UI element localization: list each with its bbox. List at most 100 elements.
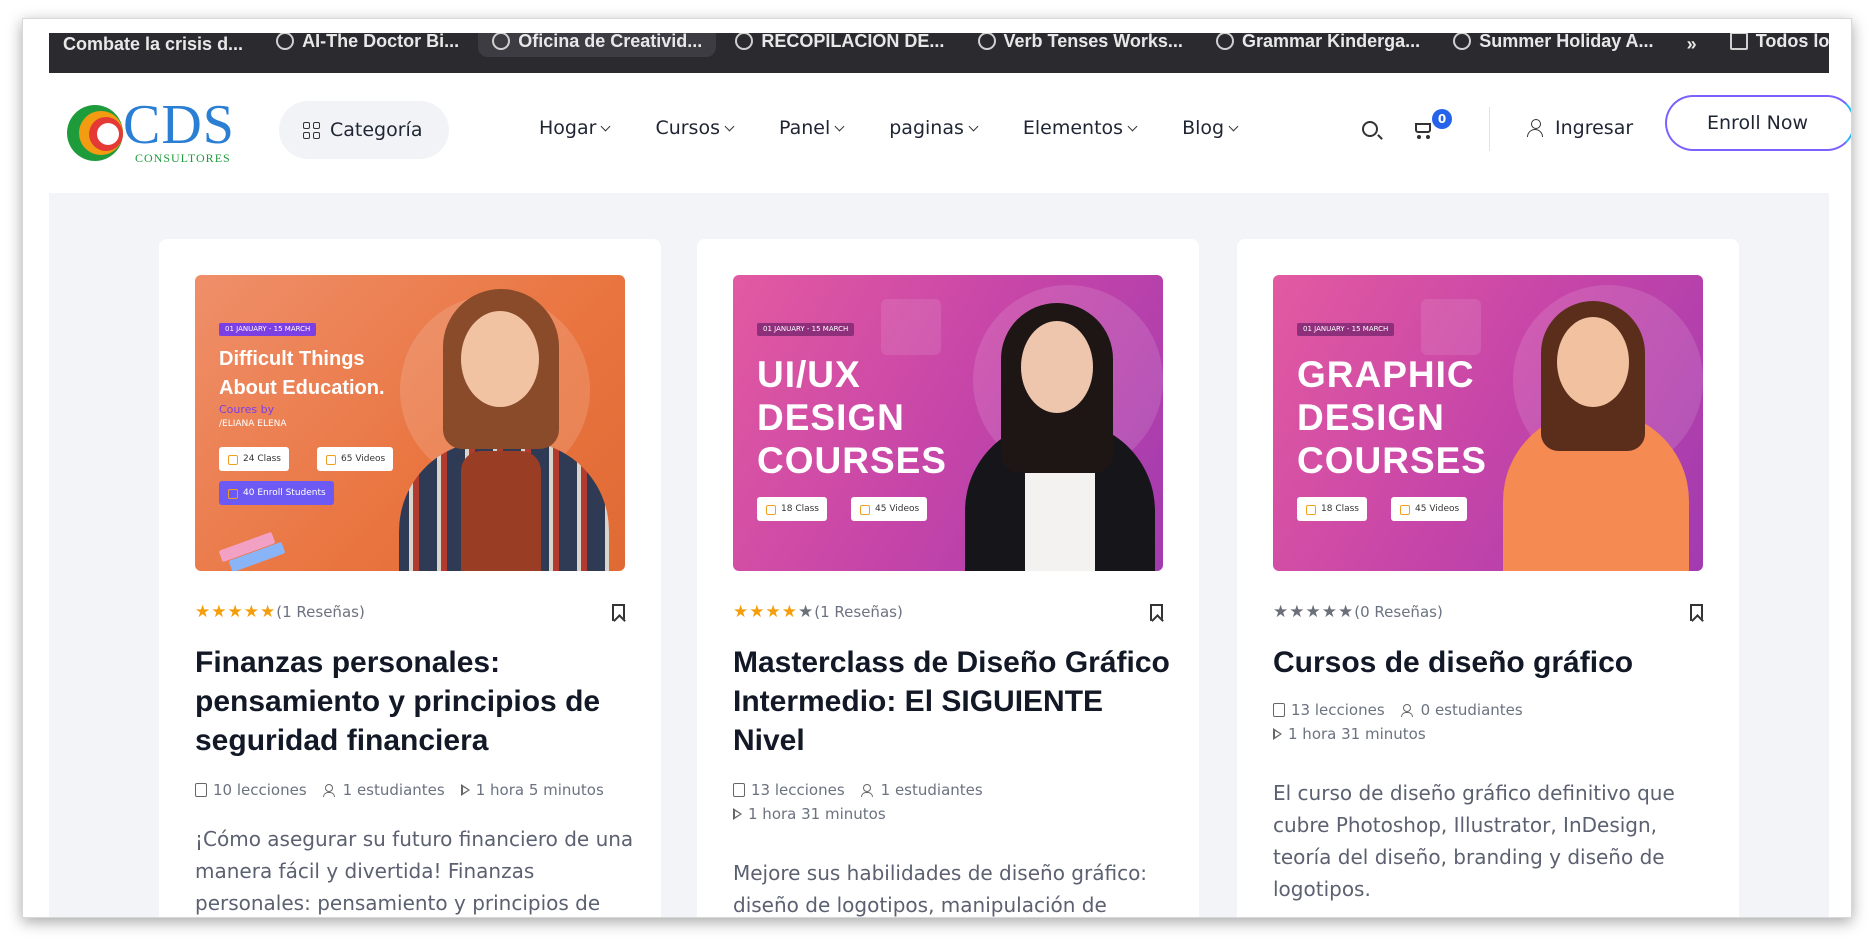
course-card[interactable]: 01 JANUARY - 15 MARCH Difficult Things Ab…	[159, 239, 661, 917]
bookmark-label: AI-The Doctor Bi...	[302, 33, 460, 51]
card-meta: ★ ★ ★ ★ ★ (1 Reseñas)	[195, 603, 625, 621]
thumbnail-by: Coures by	[219, 403, 275, 416]
bookmark-1[interactable]: Combate la crisis d...	[49, 33, 257, 61]
students-count: 1 estudiantes	[342, 781, 445, 799]
students-stat: 0 estudiantes	[1400, 701, 1523, 719]
student-photo	[461, 451, 541, 571]
cds-logo[interactable]: CDS CONSULTORES	[67, 93, 257, 173]
grid-icon	[303, 121, 320, 139]
users-icon	[860, 784, 875, 797]
bookmark-3[interactable]: Oficina de Creativid...	[478, 33, 717, 57]
thumbnail-pill: 40 Enroll Students	[219, 481, 334, 505]
students-stat: 1 estudiantes	[860, 781, 983, 799]
students-count: 1 estudiantes	[880, 781, 983, 799]
globe-icon	[276, 33, 295, 50]
star-icon: ★	[781, 601, 797, 622]
bookmark-label: Grammar Kinderga...	[1242, 33, 1421, 51]
overflow-label: »	[1686, 34, 1697, 54]
course-thumbnail[interactable]: 01 JANUARY - 15 MARCH UI/UX DESIGN COURSES…	[733, 275, 1163, 571]
star-icon: ★	[1321, 601, 1337, 622]
thumbnail-author: /ELIANA ELENA	[219, 419, 287, 429]
thumbnail-heading: UI/UX DESIGN COURSES	[757, 354, 947, 481]
bookmark-6[interactable]: Grammar Kinderga...	[1202, 33, 1434, 57]
globe-icon	[1453, 33, 1472, 50]
star-icon: ★	[1305, 601, 1321, 622]
course-title[interactable]: Masterclass de Diseño Gráfico Intermedio…	[733, 643, 1173, 760]
nav-panel[interactable]: Panel	[779, 117, 845, 139]
bookmark-icon[interactable]	[1150, 603, 1163, 621]
lessons-count: 13 lecciones	[1291, 701, 1385, 719]
az-badge-decoration	[1421, 299, 1481, 355]
globe-icon	[492, 33, 511, 50]
search-icon[interactable]	[1362, 121, 1378, 137]
thumbnail-heading: Difficult Things About Education.	[219, 348, 385, 399]
star-icon: ★	[765, 601, 781, 622]
student-photo	[1021, 321, 1093, 413]
thumbnail-pill: 45 Videos	[1391, 497, 1468, 521]
star-icon: ★	[260, 601, 276, 622]
play-icon	[1273, 728, 1282, 740]
category-button[interactable]: Categoría	[279, 101, 449, 159]
login-link[interactable]: Ingresar	[1527, 117, 1633, 139]
book-icon	[733, 783, 745, 797]
nav-label: Blog	[1182, 117, 1225, 139]
bookmark-7[interactable]: Summer Holiday A...	[1439, 33, 1667, 57]
thumbnail-pill: 65 Videos	[317, 447, 394, 471]
chevron-down-icon	[1228, 121, 1239, 131]
students-stat: 1 estudiantes	[322, 781, 445, 799]
course-description: El curso de diseño gráfico definitivo qu…	[1273, 781, 1675, 901]
course-thumbnail[interactable]: 01 JANUARY - 15 MARCH Difficult Things Ab…	[195, 275, 625, 571]
star-icon: ★	[749, 601, 765, 622]
nav-cursos[interactable]: Cursos	[655, 117, 735, 139]
cart-icon[interactable]	[1412, 120, 1434, 139]
bookmark-icon[interactable]	[1690, 603, 1703, 621]
enroll-now-button[interactable]: Enroll Now	[1665, 95, 1851, 151]
bookmark-icon[interactable]	[612, 603, 625, 621]
bookmark-label: Summer Holiday A...	[1479, 33, 1654, 51]
course-description: Mejore sus habilidades de diseño gráfico…	[733, 861, 1148, 917]
course-card[interactable]: 01 JANUARY - 15 MARCH UI/UX DESIGN COURSES…	[697, 239, 1199, 917]
star-icon: ★	[798, 601, 814, 622]
student-photo	[1557, 317, 1629, 407]
course-stats: 10 lecciones 1 estudiantes 1 hora 5 minu…	[195, 781, 635, 799]
bookmark-4[interactable]: RECOPILACION DE...	[721, 33, 958, 57]
users-icon	[1400, 704, 1415, 717]
bookmarks-overflow[interactable]: »	[1673, 33, 1711, 61]
bookmarks-bar: Combate la crisis d... AI-The Doctor Bi.…	[49, 33, 1829, 73]
lessons-count: 10 lecciones	[213, 781, 307, 799]
chevron-down-icon	[1127, 121, 1138, 131]
duration-value: 1 hora 5 minutos	[475, 781, 604, 799]
nav-label: paginas	[889, 117, 964, 139]
bookmark-2[interactable]: AI-The Doctor Bi...	[262, 33, 473, 57]
course-thumbnail[interactable]: 01 JANUARY - 15 MARCH GRAPHIC DESIGN COURS…	[1273, 275, 1703, 571]
play-icon	[460, 784, 470, 796]
main-nav: Hogar Cursos Panel paginas Elementos Blo…	[539, 117, 1239, 139]
nav-elementos[interactable]: Elementos	[1023, 117, 1138, 139]
duration-stat: 1 hora 31 minutos	[733, 805, 886, 823]
students-count: 0 estudiantes	[1420, 701, 1523, 719]
nav-label: Hogar	[539, 117, 597, 139]
course-title[interactable]: Cursos de diseño gráfico	[1273, 643, 1713, 682]
bookmark-label: Verb Tenses Works...	[1003, 33, 1183, 51]
chevron-down-icon	[600, 121, 611, 131]
star-icon: ★	[243, 601, 259, 622]
bookmark-5[interactable]: Verb Tenses Works...	[964, 33, 1197, 57]
divider	[1489, 107, 1490, 151]
thumbnail-pill: 18 Class	[757, 497, 827, 521]
course-title[interactable]: Finanzas personales: pensamiento y princ…	[195, 643, 635, 760]
nav-hogar[interactable]: Hogar	[539, 117, 611, 139]
folder-icon	[1729, 33, 1748, 50]
lessons-stat: 10 lecciones	[195, 781, 307, 799]
logo-subtitle: CONSULTORES	[135, 151, 231, 165]
card-meta: ★ ★ ★ ★ ★ (0 Reseñas)	[1273, 603, 1703, 621]
cart-count-badge: 0	[1432, 109, 1452, 129]
nav-blog[interactable]: Blog	[1182, 117, 1239, 139]
bookmark-label: Todos los f	[1755, 33, 1829, 51]
globe-icon	[735, 33, 754, 50]
course-card[interactable]: 01 JANUARY - 15 MARCH GRAPHIC DESIGN COURS…	[1237, 239, 1739, 917]
star-icon: ★	[1338, 601, 1354, 622]
nav-paginas[interactable]: paginas	[889, 117, 979, 139]
all-bookmarks[interactable]: Todos los f	[1716, 33, 1829, 57]
az-badge-decoration	[881, 299, 941, 355]
globe-icon	[977, 33, 996, 50]
